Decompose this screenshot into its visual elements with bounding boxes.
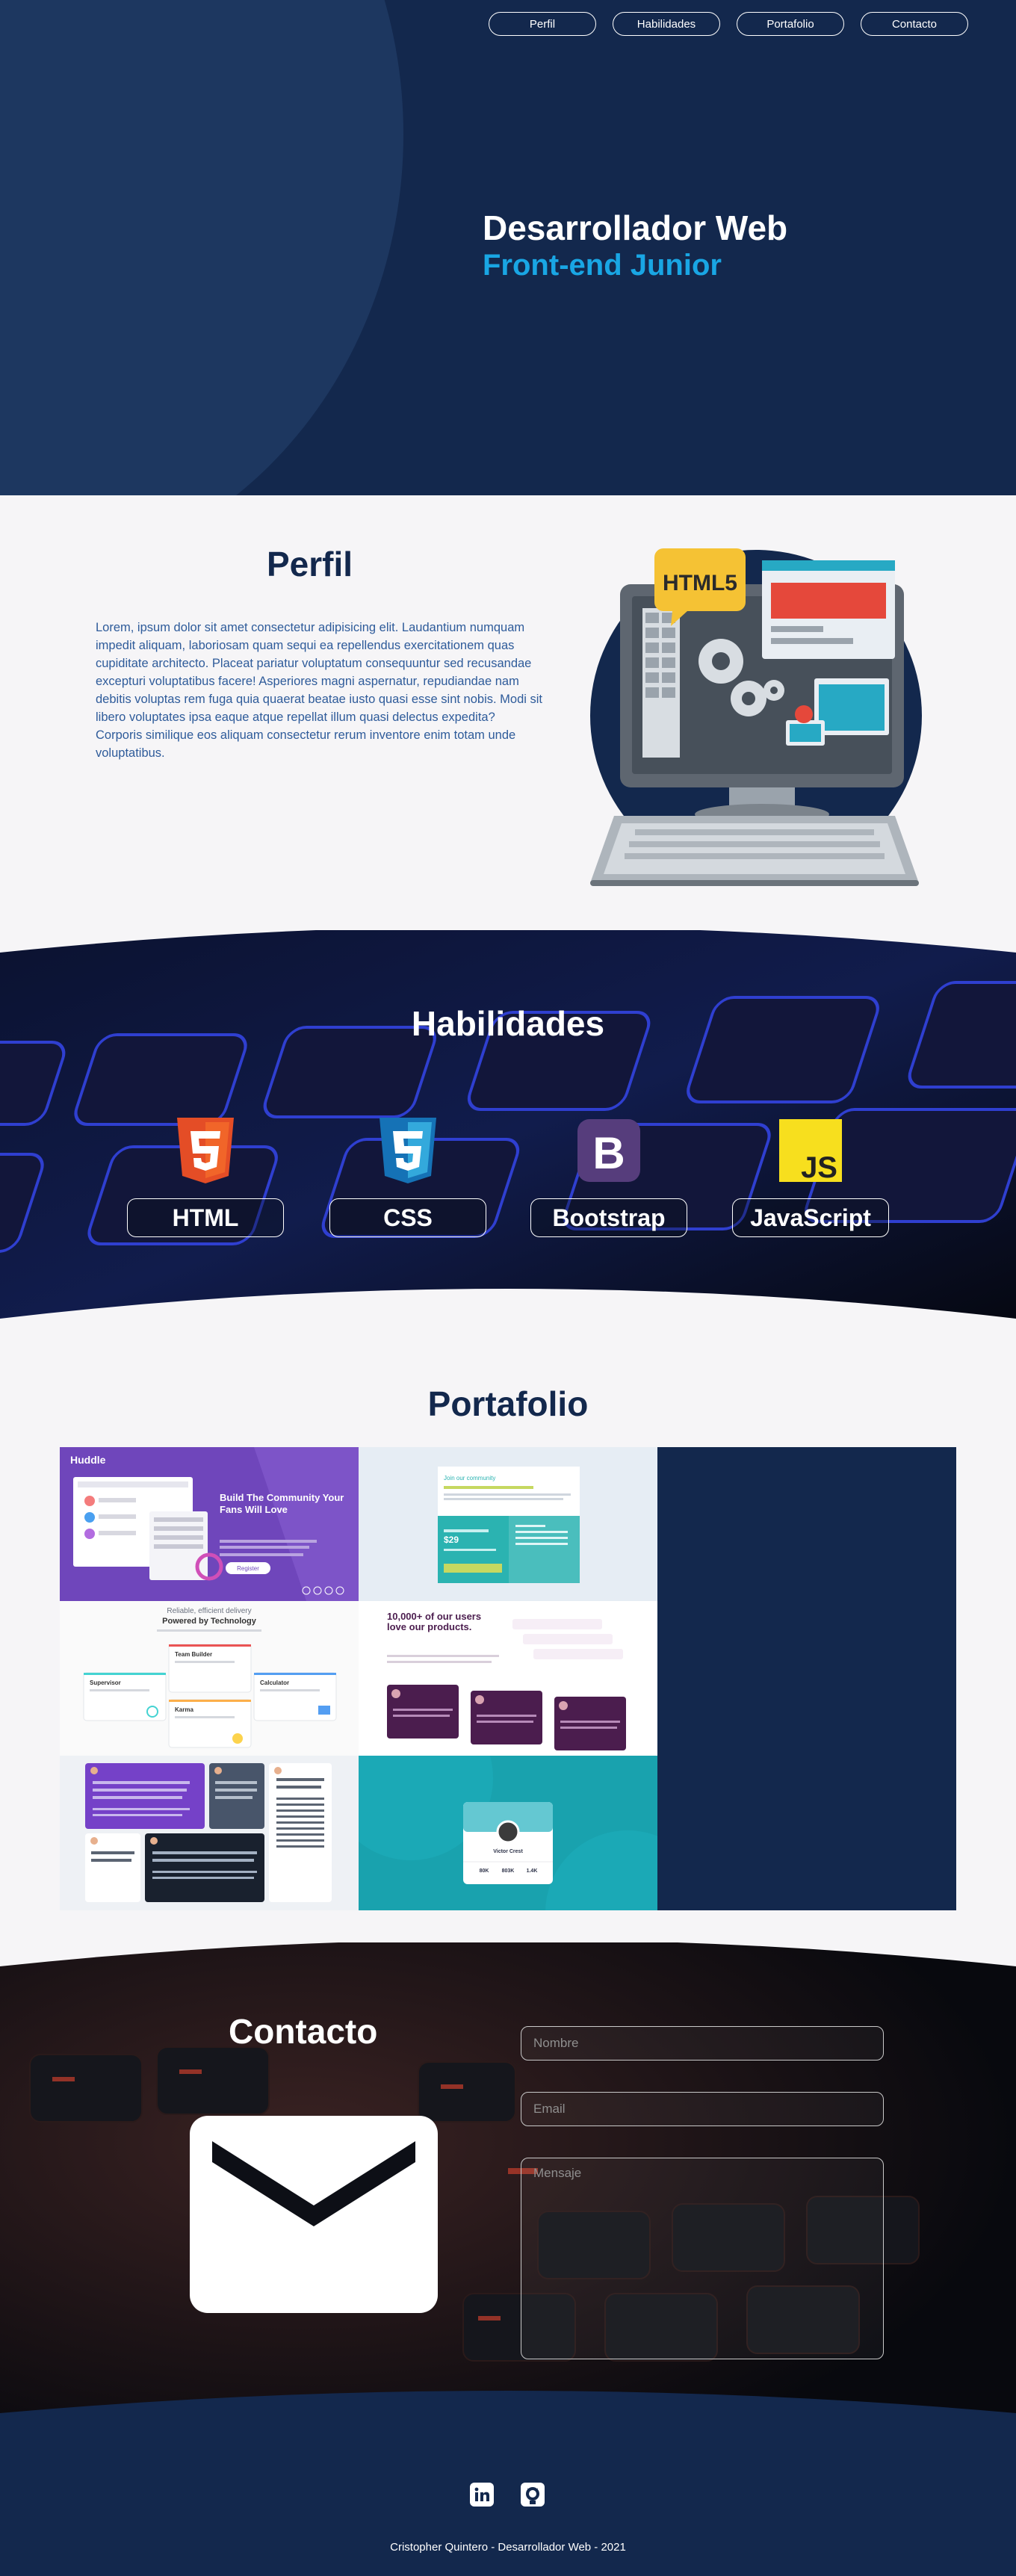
svg-text:B: B: [592, 1128, 625, 1178]
four-card-card4: Calculator: [260, 1679, 289, 1686]
linkedin-link[interactable]: [470, 2483, 494, 2507]
project-four-card-preview: Reliable, efficient delivery Powered by …: [60, 1601, 359, 1756]
nav-habilidades[interactable]: Habilidades: [613, 12, 720, 36]
perfil-title: Perfil: [267, 545, 353, 583]
github-icon: [521, 2483, 545, 2507]
portfolio-empty-panel: [657, 1447, 956, 1910]
hero-subtitle: Front-end Junior: [483, 249, 722, 282]
four-card-card2: Team Builder: [175, 1651, 212, 1658]
project-single-price-grid[interactable]: Join our community $29: [359, 1447, 657, 1601]
huddle-register: Register: [237, 1565, 259, 1572]
four-card-card1: Supervisor: [90, 1679, 121, 1686]
project-profile-card[interactable]: Victor Crest 80K 803K 1.4K: [359, 1756, 657, 1910]
hero-background-circle: [0, 0, 403, 495]
huddle-headline: Build The Community Your Fans Will Love: [220, 1492, 344, 1515]
mail-card: [190, 2116, 438, 2313]
project-testimonials-grid[interactable]: [60, 1756, 359, 1910]
project-social-proof-preview: 10,000+ of our users love our products.: [359, 1601, 657, 1756]
project-huddle-preview: Huddle Build The Community Your Fans Wil…: [60, 1447, 359, 1601]
portfolio-title: Portafolio: [427, 1384, 589, 1423]
nav-portafolio[interactable]: Portafolio: [737, 12, 844, 36]
perfil-text: Lorem, ipsum dolor sit amet consectetur …: [96, 621, 543, 760]
svg-text:JS: JS: [801, 1151, 837, 1183]
linkedin-icon: [470, 2483, 494, 2507]
skill-html: HTML: [127, 1118, 284, 1239]
skill-css-label: CSS: [329, 1198, 486, 1237]
github-link[interactable]: [521, 2483, 545, 2507]
portfolio-grid: Huddle Build The Community Your Fans Wil…: [60, 1447, 956, 1910]
four-card-card3: Karma: [175, 1706, 193, 1713]
skill-css: CSS: [329, 1118, 486, 1239]
project-price-grid-preview: Join our community $29: [359, 1447, 657, 1601]
skill-bootstrap-label: Bootstrap: [530, 1198, 687, 1237]
html5-icon: [177, 1118, 234, 1183]
social-proof-headline: 10,000+ of our users love our products.: [387, 1611, 482, 1632]
profile-card-stat1: 80K: [480, 1868, 489, 1874]
project-profile-card-preview: Victor Crest 80K 803K 1.4K: [359, 1756, 657, 1910]
profile-card-person: Victor Crest: [493, 1849, 523, 1854]
four-card-headline: Powered by Technology: [162, 1617, 257, 1626]
hero-section: Perfil Habilidades Portafolio Contacto D…: [0, 0, 1016, 495]
nav-contacto[interactable]: Contacto: [861, 12, 968, 36]
email-field[interactable]: [521, 2092, 884, 2126]
bootstrap-icon: B: [577, 1119, 640, 1182]
huddle-brand: Huddle: [70, 1454, 106, 1466]
project-testimonials-preview: [60, 1756, 359, 1910]
four-card-small: Reliable, efficient delivery: [167, 1607, 251, 1615]
project-social-proof[interactable]: 10,000+ of our users love our products.: [359, 1601, 657, 1756]
project-four-card-feature[interactable]: Reliable, efficient delivery Powered by …: [60, 1601, 359, 1756]
computer-illustration: HTML5: [590, 548, 922, 886]
message-field[interactable]: [521, 2158, 884, 2359]
css3-icon: [380, 1118, 436, 1183]
project-huddle-landing[interactable]: Huddle Build The Community Your Fans Wil…: [60, 1447, 359, 1601]
price-grid-headline: Join our community: [444, 1475, 495, 1481]
envelope-icon: [212, 2141, 415, 2226]
name-field[interactable]: [521, 2026, 884, 2061]
skill-html-label: HTML: [127, 1198, 284, 1237]
footer: [0, 2443, 1016, 2576]
footer-credit: Cristopher Quintero - Desarrollador Web …: [390, 2541, 626, 2554]
hero-title: Desarrollador Web: [483, 208, 788, 247]
profile-card-stat2: 803K: [502, 1868, 515, 1874]
skill-javascript: JS JavaScript: [732, 1118, 889, 1239]
contact-title: Contacto: [229, 2012, 378, 2051]
illustration-html-text: HTML5: [663, 571, 737, 595]
price-grid-price: $29: [444, 1535, 459, 1545]
javascript-icon: JS: [779, 1119, 842, 1183]
skill-bootstrap: B Bootstrap: [530, 1118, 687, 1239]
skills-title: Habilidades: [411, 1004, 605, 1043]
nav-perfil[interactable]: Perfil: [489, 12, 596, 36]
profile-card-stat3: 1.4K: [527, 1868, 538, 1874]
main-nav: Perfil Habilidades Portafolio Contacto: [489, 12, 968, 36]
skill-javascript-label: JavaScript: [732, 1198, 889, 1237]
